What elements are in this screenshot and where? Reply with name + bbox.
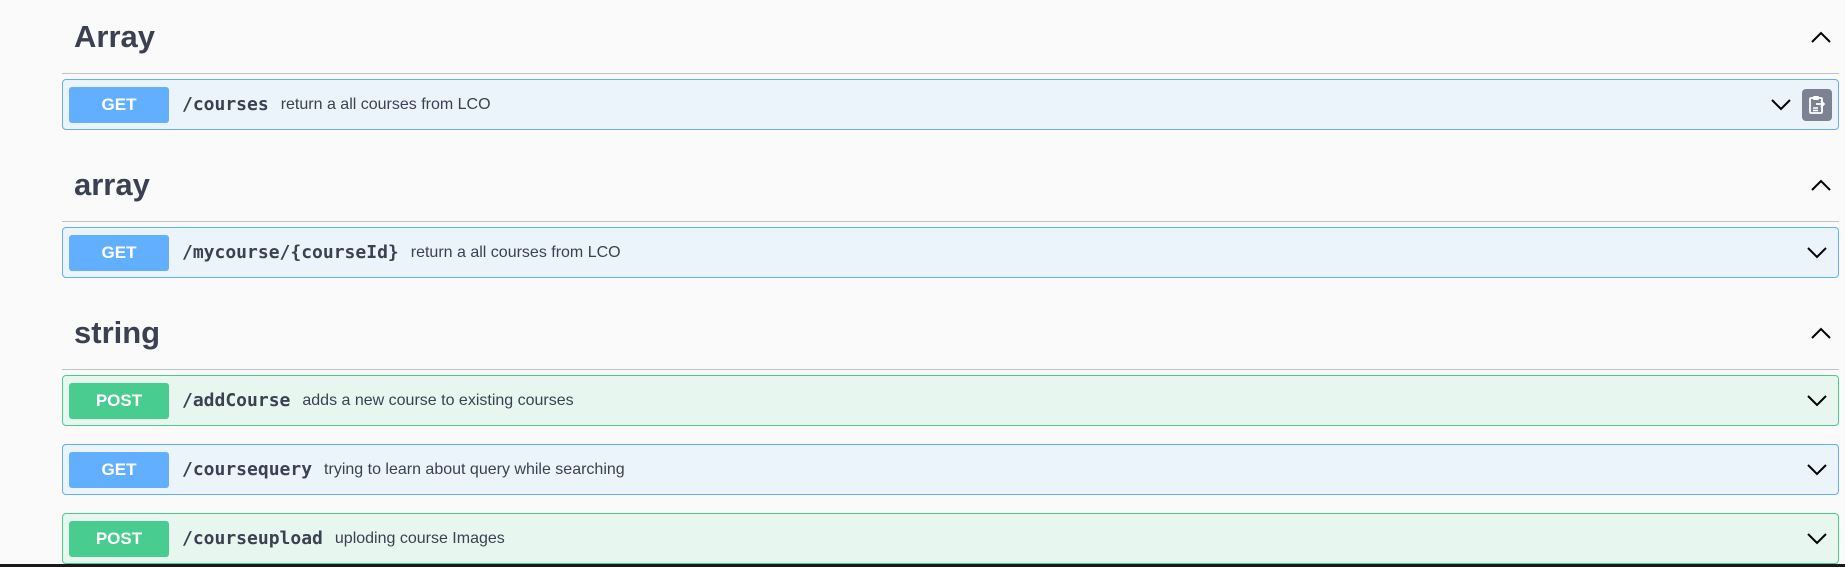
chevron-down-icon[interactable] <box>1802 455 1832 485</box>
method-badge: GET <box>69 234 169 271</box>
method-badge: GET <box>69 86 169 123</box>
tag-title: array <box>74 166 150 202</box>
operation-summary: return a all courses from LCO <box>410 243 621 261</box>
operation-path: /addCourse <box>182 390 291 411</box>
tag-section-array-lower: array GET /mycourse/{courseId} return a … <box>62 148 1839 278</box>
operation-summary: return a all courses from LCO <box>280 95 491 113</box>
chevron-up-icon[interactable] <box>1801 313 1841 353</box>
chevron-up-icon[interactable] <box>1801 165 1841 205</box>
operation-summary: adds a new course to existing courses <box>302 391 574 409</box>
method-badge: POST <box>69 520 169 557</box>
operation-get-coursequery[interactable]: GET /coursequery trying to learn about q… <box>62 444 1839 495</box>
tag-header[interactable]: string <box>62 296 1839 370</box>
operation-path: /coursequery <box>182 459 313 480</box>
tag-header[interactable]: Array <box>62 0 1839 74</box>
operation-post-courseupload[interactable]: POST /courseupload uploding course Image… <box>62 513 1839 564</box>
chevron-down-icon[interactable] <box>1766 90 1796 120</box>
clipboard-icon <box>1809 95 1826 114</box>
operation-summary: trying to learn about query while search… <box>324 460 625 478</box>
operation-get-mycourse[interactable]: GET /mycourse/{courseId} return a all co… <box>62 227 1839 278</box>
swagger-operations-page: Array GET /courses return a all courses … <box>0 0 1845 567</box>
copy-to-clipboard-button[interactable] <box>1802 88 1832 121</box>
operation-path: /mycourse/{courseId} <box>182 242 399 263</box>
operation-path: /courseupload <box>182 528 323 549</box>
tag-header[interactable]: array <box>62 148 1839 222</box>
chevron-up-icon[interactable] <box>1801 17 1841 57</box>
method-badge: GET <box>69 451 169 488</box>
operation-get-courses[interactable]: GET /courses return a all courses from L… <box>62 79 1839 130</box>
operation-summary: uploding course Images <box>334 529 505 547</box>
operation-post-addcourse[interactable]: POST /addCourse adds a new course to exi… <box>62 375 1839 426</box>
tag-section-array-upper: Array GET /courses return a all courses … <box>62 0 1839 130</box>
method-badge: POST <box>69 382 169 419</box>
operation-path: /courses <box>182 94 269 115</box>
tag-groups: Array GET /courses return a all courses … <box>62 0 1839 567</box>
tag-section-string: string POST /addCourse adds a new course… <box>62 296 1839 564</box>
chevron-down-icon[interactable] <box>1802 238 1832 268</box>
chevron-down-icon[interactable] <box>1802 386 1832 416</box>
tag-title: string <box>74 314 161 350</box>
tag-title: Array <box>74 18 155 54</box>
chevron-down-icon[interactable] <box>1802 524 1832 554</box>
